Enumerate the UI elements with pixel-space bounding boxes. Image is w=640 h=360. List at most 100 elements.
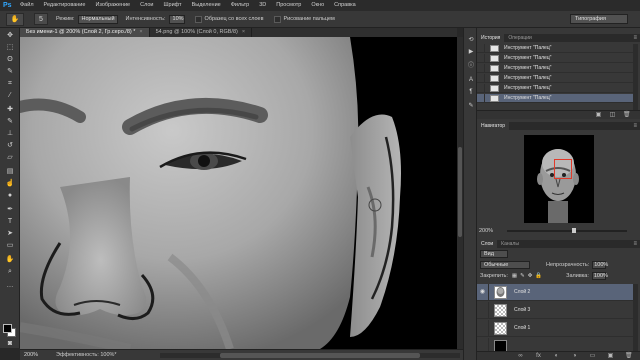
history-row[interactable]: Инструмент "Палец": [477, 73, 633, 83]
panel-menu-icon[interactable]: ≡: [633, 241, 637, 247]
healing-brush-tool-icon[interactable]: ✚: [5, 106, 15, 114]
menu-file[interactable]: Файл: [15, 0, 39, 11]
close-icon[interactable]: ×: [139, 28, 142, 37]
tab-history[interactable]: История: [477, 34, 505, 42]
quick-select-tool-icon[interactable]: ✎: [5, 68, 15, 76]
tab-layers[interactable]: Слои: [477, 240, 498, 248]
layer-mask-icon[interactable]: ◐: [553, 353, 560, 360]
brush-tool-icon[interactable]: ✎: [5, 118, 15, 126]
layer-style-icon[interactable]: fx: [535, 353, 542, 360]
history-row[interactable]: Инструмент "Палец": [477, 53, 633, 63]
new-document-from-state-icon[interactable]: ▣: [595, 112, 602, 119]
menu-filter[interactable]: Фильтр: [226, 0, 254, 11]
scrollbar-thumb[interactable]: [458, 147, 462, 237]
hand-tool-icon[interactable]: ✋: [5, 256, 15, 264]
quick-mask-icon[interactable]: ◙: [5, 340, 15, 348]
scrollbar-thumb[interactable]: [220, 353, 420, 358]
trash-icon[interactable]: 🗑: [625, 353, 633, 360]
history-brush-tool-icon[interactable]: ↺: [5, 142, 15, 150]
new-snapshot-icon[interactable]: ◫: [609, 112, 616, 119]
layers-scrollbar[interactable]: [633, 284, 638, 356]
menu-type[interactable]: Шрифт: [158, 0, 186, 11]
crop-tool-icon[interactable]: ⌗: [5, 80, 15, 88]
move-tool-icon[interactable]: ✥: [5, 32, 15, 40]
layer-row-selected[interactable]: ◉ Слой 2: [477, 283, 633, 301]
pen-tool-icon[interactable]: ✒: [5, 206, 15, 214]
blend-mode-select[interactable]: Обычные: [480, 261, 530, 269]
new-layer-icon[interactable]: ▣: [607, 353, 614, 360]
navigator-zoom-value[interactable]: 200%: [479, 228, 493, 234]
more-tools-icon[interactable]: …: [5, 282, 15, 290]
actions-panel-icon[interactable]: ▶: [467, 48, 475, 56]
dodge-tool-icon[interactable]: ●: [5, 192, 15, 200]
navigator-view-rectangle[interactable]: [554, 159, 572, 179]
lasso-tool-icon[interactable]: ʘ: [5, 56, 15, 64]
lock-pixels-icon[interactable]: ✎: [520, 273, 525, 279]
foreground-color-swatch[interactable]: [3, 324, 12, 333]
character-panel-icon[interactable]: A: [467, 76, 475, 84]
type-tool-icon[interactable]: T: [5, 218, 15, 226]
navigator-zoom-slider[interactable]: [507, 228, 627, 233]
strength-input[interactable]: 10%: [168, 14, 185, 24]
zoom-tool-icon[interactable]: ⌕: [5, 268, 15, 276]
panel-menu-icon[interactable]: ≡: [633, 35, 637, 41]
smudge-tool-icon[interactable]: ☝: [5, 180, 15, 188]
lock-transparent-icon[interactable]: ▦: [512, 273, 517, 279]
sample-all-layers-checkbox[interactable]: [194, 15, 202, 23]
slider-knob[interactable]: [572, 228, 576, 233]
layer-name[interactable]: Слой 1: [514, 325, 530, 331]
fill-input[interactable]: 100%: [591, 272, 608, 280]
history-panel-icon[interactable]: ⟲: [467, 36, 475, 44]
lock-all-icon[interactable]: 🔒: [535, 273, 542, 279]
link-layers-icon[interactable]: ∞: [517, 353, 524, 360]
layer-kind-filter[interactable]: Вид: [480, 250, 508, 258]
tab-channels[interactable]: Каналы: [497, 240, 523, 248]
eyedropper-tool-icon[interactable]: ⁄: [5, 92, 15, 100]
gradient-tool-icon[interactable]: ▤: [5, 168, 15, 176]
adjustment-layer-icon[interactable]: ◑: [571, 353, 578, 360]
tab-document-2[interactable]: 54.png @ 100% (Слой 0, RGB/8) ×: [150, 28, 253, 37]
history-row-selected[interactable]: Инструмент "Палец": [477, 93, 633, 103]
tool-preset-picker[interactable]: ✋: [6, 12, 24, 26]
eye-icon[interactable]: ◉: [477, 283, 489, 301]
marquee-tool-icon[interactable]: ⬚: [5, 44, 15, 52]
canvas-horizontal-scrollbar[interactable]: [160, 353, 460, 358]
layer-row[interactable]: Слой 1: [477, 319, 633, 337]
tab-actions[interactable]: Операции: [504, 34, 535, 42]
layer-visibility-toggle[interactable]: [477, 301, 489, 319]
workspace-select[interactable]: Типография: [570, 14, 628, 24]
info-panel-icon[interactable]: ⓘ: [467, 62, 475, 70]
history-row[interactable]: Инструмент "Палец": [477, 43, 633, 53]
paragraph-panel-icon[interactable]: ¶: [467, 88, 475, 96]
menu-help[interactable]: Справка: [329, 0, 361, 11]
menu-view[interactable]: Просмотр: [271, 0, 306, 11]
eraser-tool-icon[interactable]: ▱: [5, 154, 15, 162]
layer-visibility-toggle[interactable]: [477, 319, 489, 337]
folder-icon[interactable]: ▭: [589, 353, 596, 360]
history-row[interactable]: Инструмент "Палец": [477, 63, 633, 73]
navigator-thumbnail[interactable]: [524, 135, 594, 223]
panel-menu-icon[interactable]: ≡: [633, 123, 637, 129]
path-selection-tool-icon[interactable]: ➤: [5, 230, 15, 238]
close-icon[interactable]: ×: [242, 28, 245, 37]
lock-position-icon[interactable]: ✥: [528, 273, 533, 279]
menu-layers[interactable]: Слои: [135, 0, 158, 11]
menu-edit[interactable]: Редактирование: [39, 0, 91, 11]
layer-row[interactable]: Слой 3: [477, 301, 633, 319]
menu-3d[interactable]: 3D: [254, 0, 271, 11]
brush-panel-icon[interactable]: ✎: [467, 102, 475, 110]
menu-select[interactable]: Выделение: [187, 0, 226, 11]
document-canvas[interactable]: [20, 37, 457, 349]
status-zoom[interactable]: 200%: [24, 352, 46, 358]
brush-preset-picker[interactable]: 5: [34, 13, 48, 25]
trash-icon[interactable]: 🗑: [623, 112, 631, 119]
finger-painting-checkbox[interactable]: [273, 15, 281, 23]
opacity-input[interactable]: 100%: [592, 261, 608, 269]
history-scrollbar[interactable]: [633, 44, 638, 110]
layer-name[interactable]: Слой 3: [514, 307, 530, 313]
mode-select[interactable]: Нормальный: [77, 14, 118, 24]
shape-tool-icon[interactable]: ▭: [5, 242, 15, 250]
tab-document-1[interactable]: Без имени-1 @ 200% (Слой 2, Гр.серо./8) …: [20, 28, 150, 37]
tab-navigator[interactable]: Навигатор: [477, 122, 510, 130]
clone-stamp-tool-icon[interactable]: ⊥: [5, 130, 15, 138]
